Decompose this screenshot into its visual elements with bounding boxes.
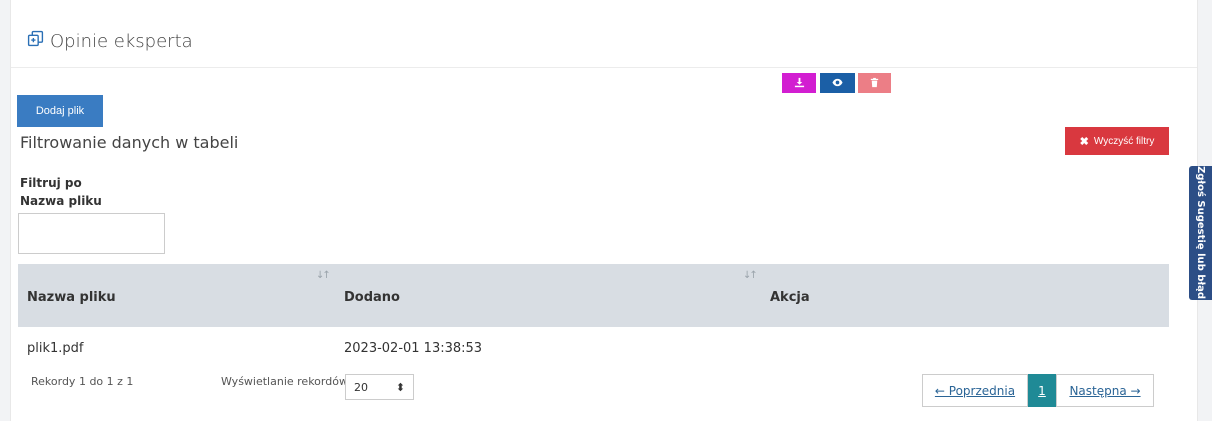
- page-size-value: 20: [354, 380, 368, 394]
- column-header-added[interactable]: Dodano: [344, 290, 400, 305]
- page-size-select[interactable]: 20 ⬍: [345, 374, 414, 400]
- download-icon: [794, 76, 805, 91]
- cell-filename: plik1.pdf: [27, 341, 84, 356]
- page-title-text: Opinie eksperta: [50, 30, 193, 52]
- page-1-link[interactable]: 1: [1028, 374, 1056, 407]
- filter-by-text: Filtruj po: [20, 176, 82, 190]
- preview-button[interactable]: [820, 73, 855, 93]
- eye-icon: [832, 76, 843, 91]
- copy-icon: [27, 30, 44, 52]
- filter-section-title: Filtrowanie danych w tabeli: [20, 133, 239, 152]
- trash-icon: [869, 76, 880, 91]
- sort-icon[interactable]: ↓↑: [316, 270, 331, 281]
- close-icon: ✖: [1079, 135, 1089, 148]
- pagination: ← Poprzednia 1 Następna →: [922, 374, 1154, 407]
- delete-button[interactable]: [858, 73, 891, 93]
- sort-arrows-icon: ⬍: [395, 380, 405, 394]
- records-info: Rekordy 1 do 1 z 1: [31, 375, 134, 388]
- prev-page-link[interactable]: ← Poprzednia: [922, 374, 1028, 407]
- add-file-button[interactable]: Dodaj plik: [17, 95, 103, 127]
- filename-filter-input[interactable]: [18, 213, 165, 254]
- panel-header: Opinie eksperta: [11, 0, 1197, 68]
- page-size-label: Wyświetlanie rekordów: [221, 375, 348, 388]
- table-header: Nazwa pliku ↓↑ Dodano ↓↑ Akcja: [18, 264, 1169, 327]
- clear-filters-label: Wyczyść filtry: [1093, 135, 1155, 147]
- table-row: plik1.pdf 2023-02-01 13:38:53: [18, 327, 1169, 367]
- next-page-link[interactable]: Następna →: [1056, 374, 1154, 407]
- cell-added: 2023-02-01 13:38:53: [344, 341, 483, 356]
- report-suggestion-tab[interactable]: Zgłoś Sugestię lub błąd: [1189, 166, 1212, 300]
- download-button[interactable]: [782, 73, 816, 93]
- sort-icon[interactable]: ↓↑: [743, 270, 758, 281]
- page-title: Opinie eksperta: [27, 30, 193, 52]
- column-header-action: Akcja: [770, 290, 810, 305]
- filter-field-label: Nazwa pliku: [20, 194, 102, 208]
- files-table: Nazwa pliku ↓↑ Dodano ↓↑ Akcja plik1.pdf…: [18, 264, 1169, 367]
- clear-filters-button[interactable]: ✖ Wyczyść filtry: [1065, 127, 1169, 155]
- filter-by-label: Filtruj po Nazwa pliku: [20, 174, 102, 210]
- column-header-filename[interactable]: Nazwa pliku: [27, 290, 116, 305]
